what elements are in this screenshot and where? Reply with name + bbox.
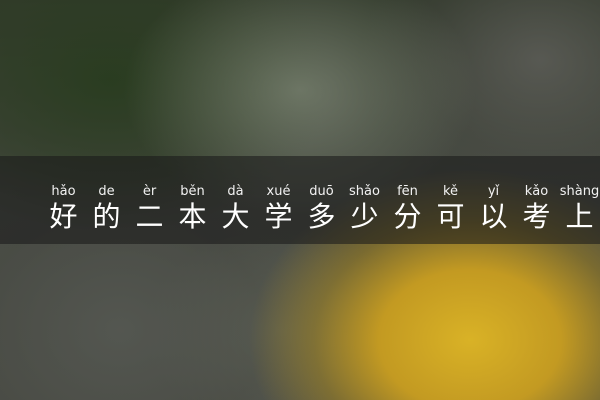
title-char: xué 学 xyxy=(257,183,300,234)
title-char: de 的 xyxy=(85,183,128,234)
hanzi-char: 考 xyxy=(522,200,551,233)
title-char: fēn 分 xyxy=(386,183,429,234)
hanzi-char: 学 xyxy=(264,200,293,233)
title-char: yǐ 以 xyxy=(472,183,515,234)
hanzi-char: 分 xyxy=(393,200,422,233)
hanzi-char: 的 xyxy=(92,200,121,233)
page-title: hǎo 好 de 的 èr 二 běn 本 dà 大 xué 学 duō 多 shǎo 少 fē… xyxy=(42,183,600,234)
title-char: hǎo 好 xyxy=(42,183,85,234)
pinyin-label: hǎo xyxy=(51,184,76,199)
pinyin-label: kě xyxy=(442,184,459,199)
hanzi-char: 可 xyxy=(436,200,465,233)
hanzi-char: 多 xyxy=(307,200,336,233)
pinyin-label: běn xyxy=(180,184,205,199)
title-char: shàng 上 xyxy=(558,183,600,234)
title-char: duō 多 xyxy=(300,183,343,234)
hanzi-char: 上 xyxy=(565,200,594,233)
hanzi-char: 二 xyxy=(135,200,164,233)
pinyin-label: xué xyxy=(266,184,291,199)
title-char: èr 二 xyxy=(128,183,171,234)
pinyin-label: kǎo xyxy=(524,184,549,199)
title-char: kǎo 考 xyxy=(515,183,558,234)
hanzi-char: 以 xyxy=(479,200,508,233)
title-char: dà 大 xyxy=(214,183,257,234)
hanzi-char: 大 xyxy=(221,200,250,233)
pinyin-label: èr xyxy=(142,184,157,199)
hanzi-char: 本 xyxy=(178,200,207,233)
pinyin-label: duō xyxy=(309,184,334,199)
pinyin-label: dà xyxy=(227,184,244,199)
pinyin-label: yǐ xyxy=(487,184,500,199)
pinyin-label: shǎo xyxy=(349,184,380,199)
hanzi-char: 少 xyxy=(350,200,379,233)
pinyin-label: fēn xyxy=(397,184,418,199)
title-char: shǎo 少 xyxy=(343,183,386,234)
title-char: běn 本 xyxy=(171,183,214,234)
hanzi-char: 好 xyxy=(49,200,78,233)
title-char: kě 可 xyxy=(429,183,472,234)
pinyin-label: shàng xyxy=(559,184,600,199)
pinyin-label: de xyxy=(98,184,115,199)
